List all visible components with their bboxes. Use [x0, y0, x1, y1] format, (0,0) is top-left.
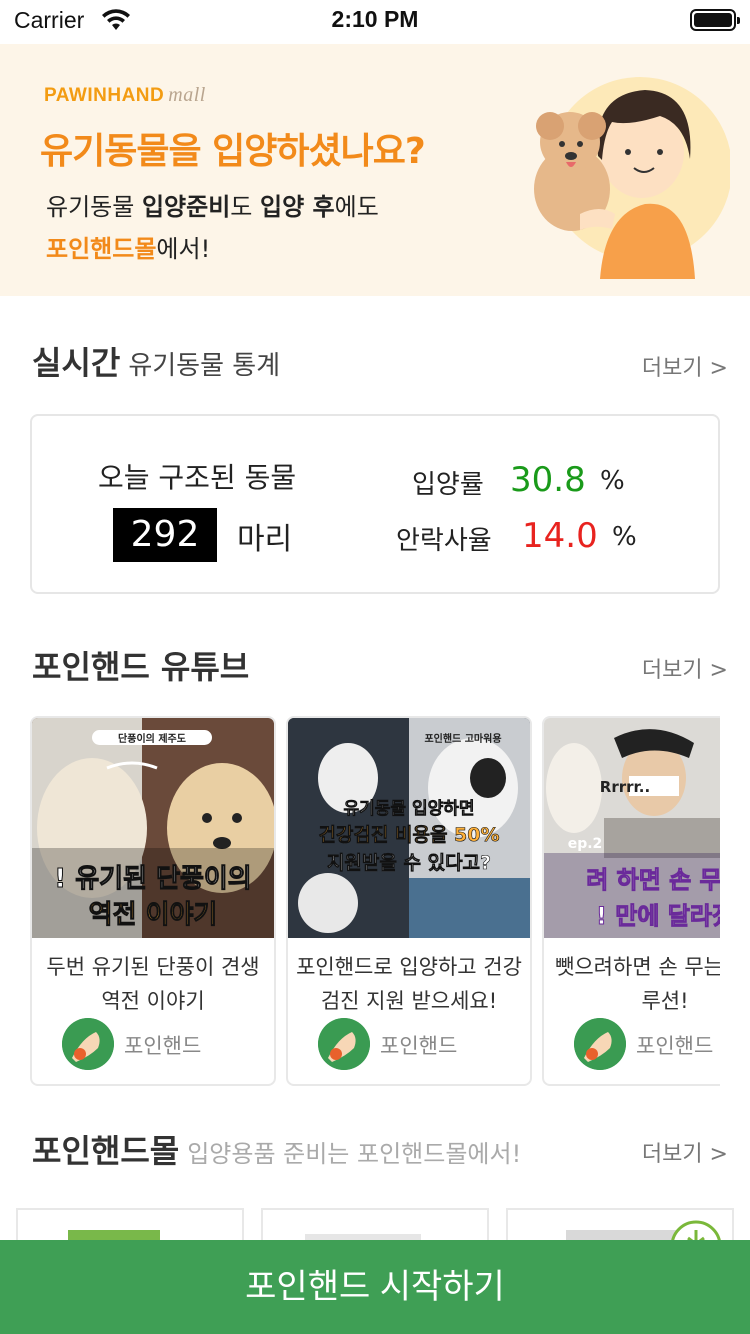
thumbnail-episode: ep.2 [567, 836, 603, 852]
euthanasia-rate-value: 14.0 [522, 516, 598, 556]
mall-more-link[interactable]: 더보기 > [642, 1136, 728, 1168]
youtube-more-link[interactable]: 더보기 > [642, 652, 728, 684]
banner-description-2: 포인핸드몰에서! [46, 235, 211, 263]
stats-card: 오늘 구조된 동물 292 마리 입양률 30.8 % 안락사율 14.0 % [30, 414, 720, 594]
channel-name: 포인핸드 [636, 1034, 714, 1058]
banner-description: 유기동물 입양준비도 입양 후에도 [46, 193, 379, 221]
euthanasia-rate-label: 안락사율 [396, 526, 492, 556]
channel-avatar [62, 1018, 114, 1070]
video-thumbnail: 려 하면 손 무는 ! 만에 달라졌 Rrrrr.. ep.2 [544, 718, 720, 938]
promo-banner[interactable]: PAWINHAND mall 유기동물을 입양하셨나요? 유기동물 입양준비도 입… [0, 44, 750, 296]
adoption-rate-label: 입양률 [412, 470, 484, 500]
thumbnail-tag: 포인핸드 고마워용 [424, 734, 502, 745]
thumbnail-title-2: 건강검진 비용을 50% [318, 824, 500, 847]
mall-section-title: 포인핸드몰 입양용품 준비는 포인핸드몰에서! [32, 1132, 522, 1170]
video-caption: 두번 유기된 단풍이 견생 역전 이야기 [46, 955, 260, 1013]
clock: 2:10 PM [331, 6, 419, 32]
video-thumbnail: ! 유기된 단풍이의 역전 이야기 단풍이의 제주도 [32, 718, 274, 938]
rescued-unit: 마리 [237, 522, 293, 557]
adoption-rate-value: 30.8 [510, 460, 586, 500]
adoption-rate-percent: % [600, 466, 625, 496]
channel-name: 포인핸드 [380, 1034, 458, 1058]
thumbnail-title-1: ! 유기된 단풍이의 [54, 864, 252, 895]
video-caption: 뺏으려하면 손 무는 지 솔루션! [555, 955, 720, 1013]
thumbnail-title-1: 유기동물 입양하면 [343, 799, 475, 820]
stats-section-title: 실시간 유기동물 통계 [32, 344, 281, 382]
thumbnail-title-2: 역전 이야기 [88, 900, 218, 931]
channel-avatar [574, 1018, 626, 1070]
video-card[interactable]: ! 유기된 단풍이의 역전 이야기 단풍이의 제주도 두번 유기된 단풍이 견생… [30, 716, 276, 1086]
start-pawinhand-button[interactable]: 포인핸드 시작하기 [0, 1240, 750, 1334]
euthanasia-rate-percent: % [612, 522, 637, 552]
thumbnail-tag: Rrrrr.. [599, 778, 651, 796]
thumbnail-tag: 단풍이의 제주도 [92, 730, 212, 745]
video-caption: 포인핸드로 입양하고 건강검진 지원 받으세요! [296, 955, 522, 1013]
stats-more-link[interactable]: 더보기 > [642, 350, 728, 382]
thumbnail-title-3: 지원받을 수 있다고? [326, 852, 492, 875]
thumbnail-title-1: 려 하면 손 무는 [586, 866, 720, 895]
youtube-carousel[interactable]: ! 유기된 단풍이의 역전 이야기 단풍이의 제주도 두번 유기된 단풍이 견생… [30, 716, 720, 1088]
youtube-section-title: 포인핸드 유튜브 [32, 648, 250, 686]
person-with-dog-illustration [534, 77, 730, 279]
brand-logo: PAWINHAND mall [44, 84, 206, 106]
channel-name: 포인핸드 [124, 1034, 202, 1058]
banner-title: 유기동물을 입양하셨나요? [40, 131, 426, 172]
channel-avatar [318, 1018, 370, 1070]
status-bar: Carrier 2:10 PM [0, 0, 750, 44]
rescued-today-label: 오늘 구조된 동물 [98, 461, 297, 494]
video-thumbnail: 유기동물 입양하면 건강검진 비용을 50% 지원받을 수 있다고? 포인핸드 … [288, 718, 530, 938]
thumbnail-title-2: ! 만에 달라졌 [595, 902, 720, 931]
rescued-today-count: 292 [113, 508, 217, 562]
video-card[interactable]: 려 하면 손 무는 ! 만에 달라졌 Rrrrr.. ep.2 뺏으려하면 손 … [542, 716, 720, 1086]
battery-icon [690, 9, 740, 31]
video-card[interactable]: 유기동물 입양하면 건강검진 비용을 50% 지원받을 수 있다고? 포인핸드 … [286, 716, 532, 1086]
